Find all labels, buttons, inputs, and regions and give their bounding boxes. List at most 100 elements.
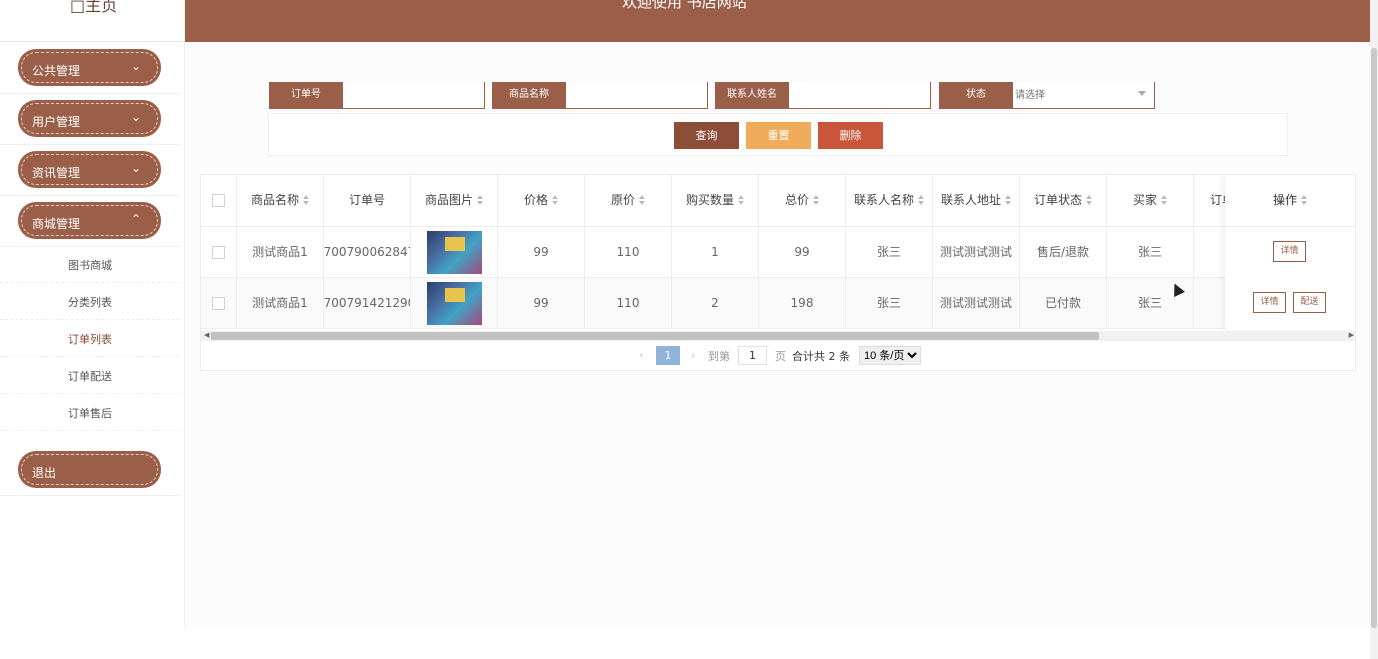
prev-page-icon[interactable]: ‹: [639, 348, 644, 362]
col-product-name[interactable]: 商品名称: [237, 175, 324, 226]
scroll-right-icon[interactable]: ▶: [1349, 331, 1354, 339]
page-size-select[interactable]: 10 条/页: [859, 346, 921, 365]
cell-address: 测试测试测试: [933, 227, 1020, 277]
sidebar-sub-book-shop[interactable]: 图书商城: [0, 246, 180, 283]
status-label: 状态: [939, 82, 1013, 108]
query-button[interactable]: 查询: [674, 122, 739, 149]
menu-button-public[interactable]: 公共管理 ⌄: [18, 49, 161, 86]
menu-button-news[interactable]: 资讯管理 ⌄: [18, 151, 161, 188]
sidebar: 公共管理 ⌄ 用户管理 ⌄ 资讯管理 ⌄ 商城管理 ⌃ 图书商城 分类列表 订单…: [0, 42, 185, 627]
col-price[interactable]: 价格: [498, 175, 585, 226]
sidebar-item-shop[interactable]: 商城管理 ⌃: [0, 195, 180, 247]
menu-button-shop[interactable]: 商城管理 ⌃: [18, 202, 161, 239]
sidebar-sub-category-list[interactable]: 分类列表: [0, 283, 180, 320]
sort-icon[interactable]: [1086, 194, 1092, 205]
col-quantity[interactable]: 购买数量: [672, 175, 759, 226]
horizontal-scrollbar-thumb[interactable]: [211, 332, 1099, 340]
page-scrollbar[interactable]: [1370, 0, 1378, 659]
reset-button[interactable]: 重置: [746, 122, 811, 149]
select-all-checkbox[interactable]: [212, 194, 225, 207]
sort-icon[interactable]: [1301, 194, 1307, 205]
contact-name-input[interactable]: [791, 84, 926, 106]
cell-address: 测试测试测试: [933, 278, 1020, 328]
delete-button[interactable]: 删除: [818, 122, 883, 149]
cell-product: 测试商品1: [237, 278, 324, 328]
product-name-input[interactable]: [568, 84, 703, 106]
product-thumbnail: [426, 231, 482, 274]
sort-icon[interactable]: [813, 194, 819, 205]
chevron-down-icon: ⌄: [130, 59, 141, 73]
sidebar-item-label: 资讯管理: [32, 166, 81, 180]
cell-contact: 张三: [846, 278, 933, 328]
sidebar-item-users[interactable]: 用户管理 ⌄: [0, 93, 180, 145]
goto-page-input[interactable]: 1: [738, 346, 767, 365]
sub-item-label: 分类列表: [68, 296, 112, 309]
sort-icon[interactable]: [1005, 194, 1011, 205]
sort-icon[interactable]: [639, 194, 645, 205]
col-buyer[interactable]: 买家: [1107, 175, 1194, 226]
table-row[interactable]: 测试商品1 57007914212904 99 110 2 198 张三 测试测…: [201, 278, 1355, 329]
contact-name-label: 联系人姓名: [715, 82, 789, 108]
contact-name-search: 联系人姓名: [715, 82, 931, 109]
detail-button[interactable]: 详情: [1253, 292, 1286, 313]
order-no-label: 订单号: [269, 82, 343, 108]
sort-icon[interactable]: [918, 194, 924, 205]
col-product-image[interactable]: 商品图片: [411, 175, 498, 226]
status-search: 状态: [939, 82, 1155, 109]
menu-button-users[interactable]: 用户管理 ⌄: [18, 100, 161, 137]
order-no-input[interactable]: [345, 84, 480, 106]
col-contact-name[interactable]: 联系人名称: [846, 175, 933, 226]
cell-status: 售后/退款: [1020, 227, 1107, 277]
sort-icon[interactable]: [477, 194, 483, 205]
brand-logo[interactable]: □主页: [0, 0, 185, 42]
table-row[interactable]: 测试商品1 57007900628471 99 110 1 99 张三 测试测试…: [201, 227, 1355, 278]
sort-icon[interactable]: [1161, 194, 1167, 205]
row-checkbox[interactable]: [212, 246, 225, 259]
cell-price: 99: [498, 227, 585, 277]
product-thumbnail: [426, 282, 482, 325]
logout-label: 退出: [32, 466, 57, 480]
dropdown-caret-icon: [1138, 91, 1146, 96]
cell-total: 99: [759, 227, 846, 277]
cell-price: 99: [498, 278, 585, 328]
table-header: 商品名称 订单号 商品图片 价格 原价 购买数量 总价 联系人名称 联系人地址 …: [201, 175, 1355, 227]
status-select[interactable]: [1015, 84, 1125, 106]
logout-button[interactable]: 退出: [18, 451, 161, 488]
cell-orig-price: 110: [585, 278, 672, 328]
sort-icon[interactable]: [552, 194, 558, 205]
sub-item-label: 图书商城: [68, 259, 112, 272]
sort-icon[interactable]: [738, 194, 744, 205]
col-operations[interactable]: 操作: [1225, 175, 1355, 227]
col-total[interactable]: 总价: [759, 175, 846, 226]
horizontal-scrollbar[interactable]: ◀ ▶: [201, 331, 1355, 341]
sidebar-sub-after-sale[interactable]: 订单售后: [0, 394, 180, 431]
sidebar-item-news[interactable]: 资讯管理 ⌄: [0, 144, 180, 196]
product-name-search: 商品名称: [492, 82, 708, 109]
row-checkbox[interactable]: [212, 297, 225, 310]
sidebar-item-public[interactable]: 公共管理 ⌄: [0, 42, 180, 94]
page-scrollbar-thumb[interactable]: [1371, 48, 1377, 628]
sidebar-sub-order-list[interactable]: 订单列表: [0, 320, 180, 357]
sidebar-item-logout[interactable]: 退出: [0, 444, 180, 496]
next-page-icon[interactable]: ›: [691, 348, 696, 362]
sort-icon[interactable]: [303, 194, 309, 205]
top-header: 欢迎使用 书店网站: [185, 0, 1370, 42]
scroll-left-icon[interactable]: ◀: [204, 331, 209, 339]
operations-column: 操作 详情 详情 配送: [1225, 175, 1355, 330]
col-order-status[interactable]: 订单状态: [1020, 175, 1107, 226]
orders-table: 商品名称 订单号 商品图片 价格 原价 购买数量 总价 联系人名称 联系人地址 …: [200, 174, 1356, 371]
cell-product: 测试商品1: [237, 227, 324, 277]
chevron-up-icon: ⌃: [130, 212, 141, 226]
page-number-current[interactable]: 1: [656, 346, 680, 365]
chevron-down-icon: ⌄: [130, 161, 141, 175]
sidebar-sub-order-delivery[interactable]: 订单配送: [0, 357, 180, 394]
cell-buyer: 张三: [1107, 227, 1194, 277]
cell-status: 已付款: [1020, 278, 1107, 328]
col-contact-address[interactable]: 联系人地址: [933, 175, 1020, 226]
pagination: ‹ 1 › 到第 1 页 合计共 2 条 10 条/页: [201, 345, 1355, 369]
detail-button[interactable]: 详情: [1273, 241, 1306, 262]
col-original-price[interactable]: 原价: [585, 175, 672, 226]
product-name-label: 商品名称: [492, 82, 566, 108]
delivery-button[interactable]: 配送: [1293, 292, 1326, 313]
sub-item-label: 订单配送: [68, 370, 112, 383]
